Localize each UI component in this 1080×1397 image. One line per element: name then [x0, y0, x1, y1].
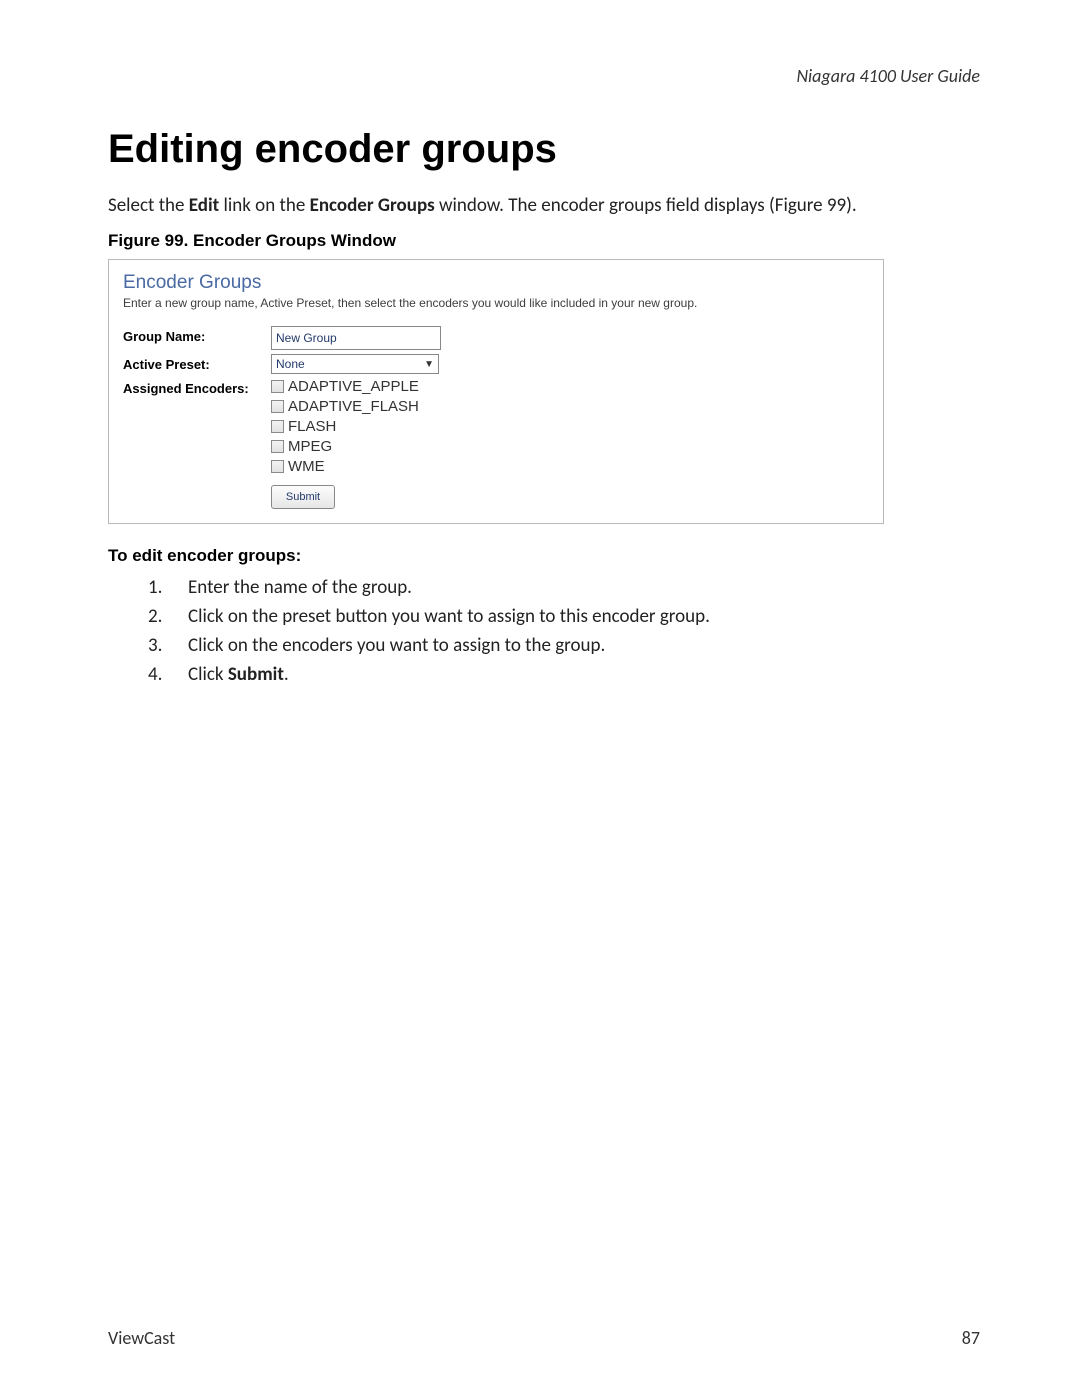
step-text: Enter the name of the group. [188, 576, 412, 599]
footer-page-number: 87 [962, 1327, 980, 1349]
step-number: 4. [148, 663, 166, 686]
intro-text: window. The encoder groups field display… [435, 194, 857, 217]
intro-text: Select the [108, 194, 189, 217]
step-item: 2. Click on the preset button you want t… [148, 605, 980, 628]
figure-caption: Figure 99. Encoder Groups Window [108, 231, 980, 251]
active-preset-value: None [276, 357, 305, 371]
step-item: 1. Enter the name of the group. [148, 576, 980, 599]
intro-window-bold: Encoder Groups [310, 194, 435, 217]
step-text: Click on the encoders you want to assign… [188, 634, 605, 657]
step-item: 3. Click on the encoders you want to ass… [148, 634, 980, 657]
checkbox-icon[interactable] [271, 420, 284, 433]
checkbox-icon[interactable] [271, 440, 284, 453]
encoder-label: FLASH [288, 418, 336, 435]
encoder-label: WME [288, 458, 325, 475]
encoder-item[interactable]: WME [271, 458, 419, 475]
checkbox-icon[interactable] [271, 380, 284, 393]
step-item: 4. Click Submit. [148, 663, 980, 686]
row-group-name: Group Name: [123, 326, 869, 350]
label-group-name: Group Name: [123, 326, 271, 344]
window-title: Encoder Groups [123, 272, 869, 294]
page-footer: ViewCast 87 [108, 1327, 980, 1349]
encoder-item[interactable]: ADAPTIVE_APPLE [271, 378, 419, 395]
group-name-input[interactable] [271, 326, 441, 350]
page: Niagara 4100 User Guide Editing encoder … [0, 0, 1080, 1397]
step-text-frag: Click [188, 663, 228, 686]
checkbox-icon[interactable] [271, 460, 284, 473]
page-title: Editing encoder groups [108, 127, 980, 172]
encoder-label: MPEG [288, 438, 332, 455]
window-subtitle: Enter a new group name, Active Preset, t… [123, 296, 869, 310]
step-text-bold: Submit [228, 663, 284, 686]
encoder-label: ADAPTIVE_FLASH [288, 398, 419, 415]
running-header: Niagara 4100 User Guide [108, 65, 980, 87]
step-text: Click Submit. [188, 663, 289, 686]
steps-list: 1. Enter the name of the group. 2. Click… [148, 576, 980, 686]
encoder-item[interactable]: MPEG [271, 438, 419, 455]
encoder-groups-window: Encoder Groups Enter a new group name, A… [108, 259, 884, 524]
step-number: 1. [148, 576, 166, 599]
row-active-preset: Active Preset: None ▼ [123, 354, 869, 374]
submit-button[interactable]: Submit [271, 485, 335, 509]
step-number: 3. [148, 634, 166, 657]
intro-text: link on the [219, 194, 309, 217]
step-number: 2. [148, 605, 166, 628]
label-active-preset: Active Preset: [123, 354, 271, 372]
active-preset-select[interactable]: None ▼ [271, 354, 439, 374]
encoder-item[interactable]: ADAPTIVE_FLASH [271, 398, 419, 415]
row-assigned-encoders: Assigned Encoders: ADAPTIVE_APPLE ADAPTI… [123, 378, 869, 475]
checkbox-icon[interactable] [271, 400, 284, 413]
encoder-item[interactable]: FLASH [271, 418, 419, 435]
chevron-down-icon: ▼ [424, 359, 434, 370]
encoder-label: ADAPTIVE_APPLE [288, 378, 419, 395]
footer-left: ViewCast [108, 1327, 175, 1349]
encoder-list: ADAPTIVE_APPLE ADAPTIVE_FLASH FLASH MPEG… [271, 378, 419, 475]
step-text-frag: . [284, 663, 289, 686]
intro-paragraph: Select the Edit link on the Encoder Grou… [108, 194, 980, 217]
intro-edit-bold: Edit [189, 194, 219, 217]
step-text: Click on the preset button you want to a… [188, 605, 710, 628]
label-assigned-encoders: Assigned Encoders: [123, 378, 271, 396]
steps-heading: To edit encoder groups: [108, 546, 980, 566]
